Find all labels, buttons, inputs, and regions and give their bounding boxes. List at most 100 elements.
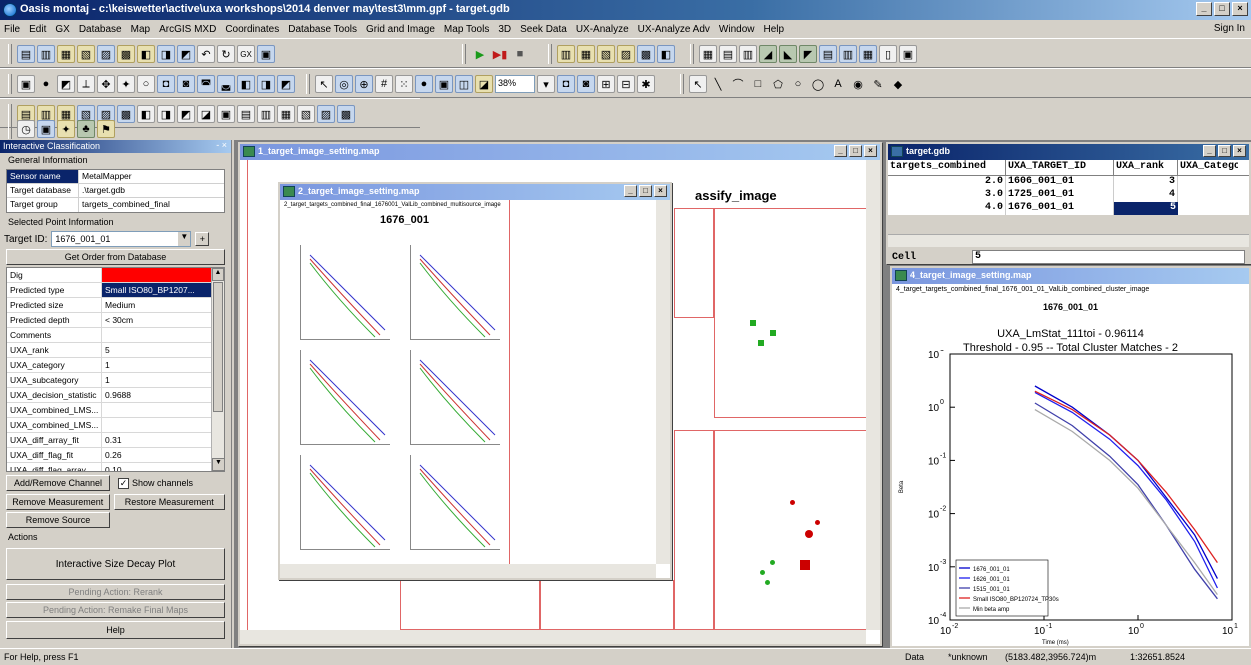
pointer-icon[interactable]: ↖ — [689, 75, 707, 93]
target-id-options-button[interactable]: + — [195, 232, 210, 246]
pencil-icon[interactable]: ✎ — [869, 75, 887, 93]
play-icon[interactable]: ▶ — [471, 45, 489, 63]
layer-icon[interactable]: ◘ — [157, 75, 175, 93]
property-row[interactable]: UXA_subcategory 1 — [7, 373, 224, 388]
map-icon[interactable]: ▩ — [117, 45, 135, 63]
grid-lines-icon[interactable]: # — [375, 75, 393, 93]
menu-file[interactable]: File — [4, 24, 20, 35]
property-row[interactable]: UXA_diff_array_fit 0.31 — [7, 433, 224, 448]
play-step-icon[interactable]: ▶▮ — [491, 45, 509, 63]
layout-2-icon[interactable]: ⊟ — [617, 75, 635, 93]
arrow-map-icon[interactable]: ↖ — [315, 75, 333, 93]
map-2-hscroll[interactable] — [280, 564, 656, 578]
snap-icon[interactable]: ◩ — [57, 75, 75, 93]
menu-help[interactable]: Help — [763, 24, 784, 35]
rectangle-icon[interactable]: □ — [749, 75, 767, 93]
property-row[interactable]: UXA_decision_statistic 0.9688 — [7, 388, 224, 403]
target-id-select[interactable]: 1676_001_01 ▼ — [51, 231, 192, 247]
refresh-icon[interactable]: ↻ — [217, 45, 235, 63]
menu-edit[interactable]: Edit — [29, 24, 46, 35]
database-row[interactable]: 3.0 1725_001_01 4 — [888, 189, 1249, 202]
point-icon[interactable]: ● — [37, 75, 55, 93]
centroid-icon[interactable]: ✦ — [117, 75, 135, 93]
column-header[interactable]: targets_combined — [888, 160, 1006, 175]
image-icon[interactable]: ▣ — [37, 120, 55, 138]
graph-icon[interactable]: ▨ — [317, 105, 335, 123]
window-icon[interactable]: ▣ — [257, 45, 275, 63]
property-row[interactable]: Dig Yes — [7, 268, 224, 283]
aoi-icon[interactable]: ◎ — [335, 75, 353, 93]
db-link-icon[interactable]: ▦ — [577, 45, 595, 63]
add-remove-channel-button[interactable]: Add/Remove Channel — [6, 475, 110, 491]
menu-map-tools[interactable]: Map Tools — [444, 24, 489, 35]
maximize-button[interactable]: □ — [849, 145, 862, 157]
menu-grid-and-image[interactable]: Grid and Image — [366, 24, 435, 35]
db-export-icon[interactable]: ▩ — [637, 45, 655, 63]
text-icon[interactable]: A — [829, 75, 847, 93]
show-channels-checkbox[interactable]: ✓ Show channels — [118, 477, 193, 489]
layer-4-icon[interactable]: ◛ — [217, 75, 235, 93]
table-remove-icon[interactable]: ▥ — [739, 45, 757, 63]
symbol-icon[interactable]: ◉ — [849, 75, 867, 93]
table-view-icon[interactable]: ▦ — [699, 45, 717, 63]
table-add-icon[interactable]: ▤ — [719, 45, 737, 63]
undo-icon[interactable]: ↶ — [197, 45, 215, 63]
list-2-icon[interactable]: ▥ — [839, 45, 857, 63]
pan-icon[interactable]: ✥ — [97, 75, 115, 93]
panel-close-icon[interactable]: - × — [216, 140, 227, 150]
menu-window[interactable]: Window — [719, 24, 755, 35]
properties-scrollbar[interactable]: ▲ ▼ — [211, 268, 224, 471]
map-2-vscroll[interactable] — [656, 200, 670, 564]
property-row[interactable]: UXA_diff_flag_array 0.10 — [7, 463, 224, 471]
zoom-out-icon[interactable]: ◙ — [577, 75, 595, 93]
minimize-button[interactable]: _ — [624, 185, 637, 197]
open-database-icon[interactable]: ▦ — [57, 45, 75, 63]
frame-2-icon[interactable]: ◫ — [455, 75, 473, 93]
tools-icon[interactable]: ✦ — [57, 120, 75, 138]
interactive-size-decay-button[interactable]: Interactive Size Decay Plot — [6, 548, 225, 580]
maximize-button[interactable]: □ — [639, 185, 652, 197]
polyline-icon[interactable]: ⌒ — [729, 75, 747, 93]
map-window-2-titlebar[interactable]: 2_target_image_setting.map _ □ × — [280, 184, 670, 200]
maximize-button[interactable]: □ — [1214, 2, 1230, 16]
zoom-dropdown-icon[interactable]: ▾ — [537, 75, 555, 93]
column-header[interactable]: UXA_Catego — [1178, 160, 1238, 175]
property-row[interactable]: Predicted depth < 30cm — [7, 313, 224, 328]
layout-icon[interactable]: ⊞ — [597, 75, 615, 93]
close-button[interactable]: × — [1233, 145, 1246, 157]
map-1-hscroll[interactable] — [240, 630, 866, 644]
tile-2-icon[interactable]: ▣ — [217, 105, 235, 123]
checkbox-checked-icon[interactable]: ✓ — [118, 477, 129, 489]
graph-2-icon[interactable]: ▩ — [337, 105, 355, 123]
gx-icon[interactable]: GX — [237, 45, 255, 63]
property-row[interactable]: UXA_rank 5 — [7, 343, 224, 358]
profile-3-icon[interactable]: ◤ — [799, 45, 817, 63]
menu-database-tools[interactable]: Database Tools — [288, 24, 357, 35]
zoom-in-icon[interactable]: ◘ — [557, 75, 575, 93]
database-row-selected[interactable]: 4.0 1676_001_01 5 — [888, 202, 1249, 215]
remove-source-button[interactable]: Remove Source — [6, 512, 110, 528]
layer-6-icon[interactable]: ◨ — [257, 75, 275, 93]
close-button[interactable]: × — [864, 145, 877, 157]
general-row[interactable]: Sensor name MetalMapper — [7, 170, 224, 184]
general-row[interactable]: Target database .\target.gdb — [7, 184, 224, 198]
circle-draw-icon[interactable]: ○ — [789, 75, 807, 93]
plant-icon[interactable]: ♣ — [77, 120, 95, 138]
get-order-button[interactable]: Get Order from Database — [6, 249, 225, 265]
tile-6-icon[interactable]: ▧ — [297, 105, 315, 123]
property-row[interactable]: UXA_combined_LMS... — [7, 403, 224, 418]
cell-value-input[interactable]: 5 — [972, 250, 1245, 264]
database-hscroll[interactable] — [888, 234, 1249, 247]
property-row[interactable]: UXA_diff_flag_fit 0.26 — [7, 448, 224, 463]
tile-3-icon[interactable]: ▤ — [237, 105, 255, 123]
minimize-button[interactable]: _ — [1203, 145, 1216, 157]
filter-3-icon[interactable]: ◩ — [177, 105, 195, 123]
menu-database[interactable]: Database — [79, 24, 122, 35]
target-icon[interactable]: ⊕ — [355, 75, 373, 93]
database-window-titlebar[interactable]: target.gdb _ □ × — [888, 144, 1249, 160]
menu-ux-analyze[interactable]: UX-Analyze — [576, 24, 629, 35]
map-window-1-titlebar[interactable]: 1_target_image_setting.map _ □ × — [240, 144, 880, 160]
open-map-icon[interactable]: ◧ — [137, 45, 155, 63]
palette-icon[interactable]: ◪ — [475, 75, 493, 93]
property-row[interactable]: UXA_combined_LMS... — [7, 418, 224, 433]
